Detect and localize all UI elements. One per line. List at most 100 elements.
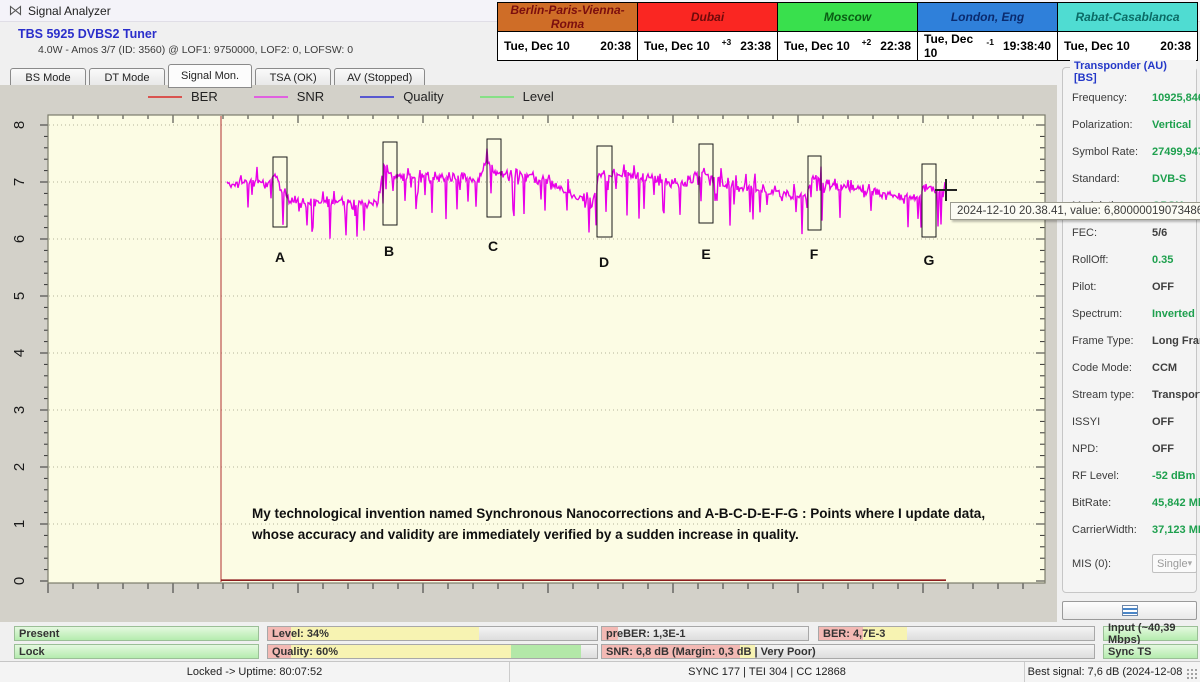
- field-label: ISSYI: [1072, 416, 1152, 428]
- field-label: Symbol Rate:: [1072, 146, 1152, 158]
- status-bar: Locked -> Uptime: 80:07:52 SYNC 177 | TE…: [0, 661, 1200, 682]
- meter-snr: SNR: 6,8 dB (Margin: 0,3 dB | Very Poor): [601, 644, 1095, 659]
- transponder-row: BitRate:45,842 Mbit/s: [1063, 489, 1196, 516]
- clock-city: London, Eng: [918, 3, 1058, 32]
- field-label: BitRate:: [1072, 497, 1152, 509]
- meter-label: BER: 4,7E-3: [823, 628, 885, 640]
- mis-label: MIS (0):: [1072, 558, 1152, 570]
- transponder-row: Frequency:10925,846 MHz: [1063, 84, 1196, 111]
- svg-text:7: 7: [11, 178, 28, 186]
- resize-grip-icon[interactable]: [1186, 668, 1198, 680]
- clock-city: Berlin-Paris-Vienna-Roma: [498, 3, 638, 32]
- transponder-row: NPD:OFF: [1063, 435, 1196, 462]
- table-icon: [1122, 605, 1138, 616]
- badge-present: Present: [14, 626, 259, 641]
- clock-city: Moscow: [778, 3, 918, 32]
- field-value: OFF: [1152, 281, 1174, 293]
- meter-label: Level: 34%: [272, 628, 329, 640]
- field-label: Frequency:: [1072, 92, 1152, 104]
- clock-time: Tue, Dec 10-119:38:40: [918, 32, 1058, 61]
- window-title: Signal Analyzer: [28, 4, 111, 18]
- field-label: Frame Type:: [1072, 335, 1152, 347]
- badge-sync-ts: Sync TS: [1103, 644, 1198, 659]
- clock-city: Rabat-Casablanca: [1058, 3, 1198, 32]
- tuner-name: TBS 5925 DVBS2 Tuner: [18, 27, 157, 41]
- badge-input-40-39-mbps: Input (~40,39 Mbps): [1103, 626, 1198, 641]
- field-label: FEC:: [1072, 227, 1152, 239]
- transponder-row: RollOff:0.35: [1063, 246, 1196, 273]
- clock-city: Dubai: [638, 3, 778, 32]
- field-value: Long Frame: [1152, 335, 1200, 347]
- clock-time: Tue, Dec 1020:38: [1058, 32, 1198, 61]
- svg-text:5: 5: [11, 292, 28, 300]
- field-value: 10925,846 MHz: [1152, 92, 1200, 104]
- transponder-row: Stream type:Transport: [1063, 381, 1196, 408]
- field-label: RollOff:: [1072, 254, 1152, 266]
- field-label: RF Level:: [1072, 470, 1152, 482]
- mis-row: MIS (0): Single ▾: [1063, 550, 1196, 577]
- field-value: Vertical: [1152, 119, 1191, 131]
- meter-level: Level: 34%: [267, 626, 598, 641]
- svg-text:0: 0: [11, 577, 28, 585]
- svg-text:6: 6: [11, 235, 28, 243]
- marker-label-e: E: [701, 246, 710, 262]
- meter-quality: Quality: 60%: [267, 644, 598, 659]
- meter-ber: BER: 4,7E-3: [818, 626, 1095, 641]
- transponder-panel: Transponder (AU) [BS] Frequency:10925,84…: [1062, 67, 1197, 593]
- mis-select[interactable]: Single ▾: [1152, 554, 1197, 573]
- status-sync-counters: SYNC 177 | TEI 304 | CC 12868: [510, 662, 1025, 682]
- world-clocks: Berlin-Paris-Vienna-RomaDubaiMoscowLondo…: [497, 2, 1198, 61]
- meter-preber: preBER: 1,3E-1: [601, 626, 809, 641]
- field-label: Spectrum:: [1072, 308, 1152, 320]
- clock-time: Tue, Dec 1020:38: [498, 32, 638, 61]
- field-value: 37,123 MHz: [1152, 524, 1200, 536]
- field-value: 27499,947 KS/s: [1152, 146, 1200, 158]
- field-label: Pilot:: [1072, 281, 1152, 293]
- satellite-dish-icon: [9, 4, 22, 17]
- tab-signal-mon[interactable]: Signal Mon.: [168, 64, 252, 88]
- marker-label-g: G: [924, 252, 935, 268]
- badge-lock: Lock: [14, 644, 259, 659]
- marker-label-c: C: [488, 238, 498, 254]
- transponder-row: Pilot:OFF: [1063, 273, 1196, 300]
- meter-label: preBER: 1,3E-1: [606, 628, 685, 640]
- field-value: 5/6: [1152, 227, 1167, 239]
- mis-value: Single: [1157, 558, 1188, 570]
- panel-action-button[interactable]: [1062, 601, 1197, 620]
- field-label: CarrierWidth:: [1072, 524, 1152, 536]
- status-lock-uptime: Locked -> Uptime: 80:07:52: [0, 662, 510, 682]
- field-label: NPD:: [1072, 443, 1152, 455]
- field-label: Polarization:: [1072, 119, 1152, 131]
- field-label: Stream type:: [1072, 389, 1152, 401]
- svg-text:2: 2: [11, 463, 28, 471]
- svg-text:4: 4: [11, 349, 28, 357]
- clock-time: Tue, Dec 10+323:38: [638, 32, 778, 61]
- transponder-row: Frame Type:Long Frame: [1063, 327, 1196, 354]
- transponder-row: FEC:5/6: [1063, 219, 1196, 246]
- tuner-info: 4.0W - Amos 3/7 (ID: 3560) @ LOF1: 97500…: [38, 44, 353, 56]
- signal-chart[interactable]: BERSNRQualityLevel 012345678ABCDEFG My t…: [0, 85, 1057, 622]
- cursor-tooltip: 2024-12-10 20.38.41, value: 6,8000001907…: [950, 202, 1200, 220]
- meter-label: Quality: 60%: [272, 646, 338, 658]
- field-value: 45,842 Mbit/s: [1152, 497, 1200, 509]
- marker-label-b: B: [384, 243, 394, 259]
- field-value: 0.35: [1152, 254, 1173, 266]
- field-value: OFF: [1152, 443, 1174, 455]
- transponder-row: Code Mode:CCM: [1063, 354, 1196, 381]
- marker-label-a: A: [275, 249, 285, 265]
- status-best-signal: Best signal: 7,6 dB (2024-12-08 18:10): [1025, 662, 1185, 682]
- chart-annotation: My technological invention named Synchro…: [252, 504, 1012, 546]
- field-label: Standard:: [1072, 173, 1152, 185]
- field-value: DVB-S: [1152, 173, 1186, 185]
- svg-text:3: 3: [11, 406, 28, 414]
- meter-label: SNR: 6,8 dB (Margin: 0,3 dB | Very Poor): [606, 646, 816, 658]
- field-value: Transport: [1152, 389, 1200, 401]
- svg-text:1: 1: [11, 520, 28, 528]
- transponder-row: Spectrum:Inverted: [1063, 300, 1196, 327]
- panel-title: Transponder (AU) [BS]: [1070, 60, 1196, 84]
- field-label: Code Mode:: [1072, 362, 1152, 374]
- signal-analyzer-window: Signal Analyzer TBS 5925 DVBS2 Tuner 4.0…: [0, 0, 1200, 682]
- transponder-row: ISSYIOFF: [1063, 408, 1196, 435]
- clock-time: Tue, Dec 10+222:38: [778, 32, 918, 61]
- field-value: OFF: [1152, 416, 1174, 428]
